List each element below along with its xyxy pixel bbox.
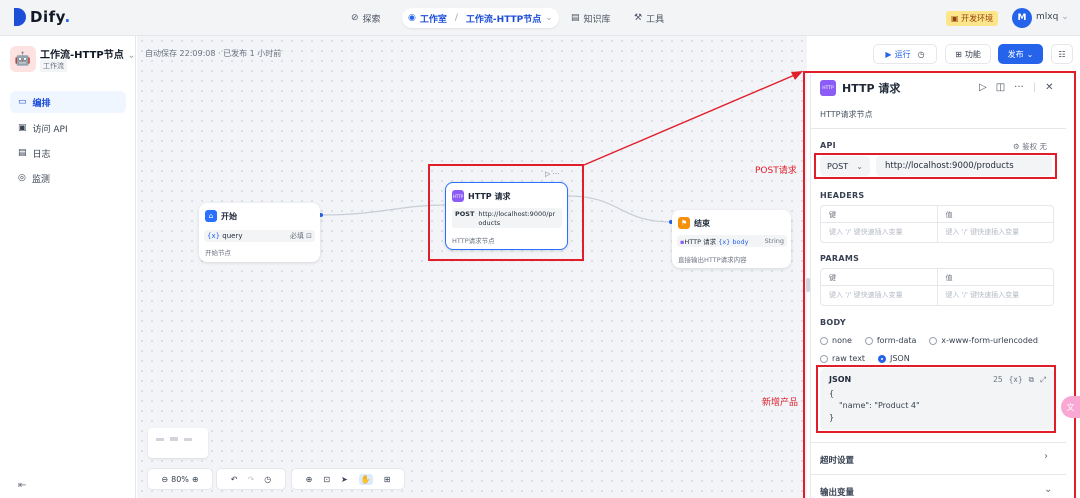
zoom-out-icon[interactable]: ⊖ [161,475,168,484]
minimap-node [156,438,164,441]
end-node-title: 结束 [694,218,710,228]
start-node-title: 开始 [221,211,237,221]
edge-start-http [320,204,446,216]
start-var-name: query [222,232,243,240]
annotation-box-panel [803,71,1076,498]
end-out-src: HTTP 请求 [684,238,717,246]
annotation-arrowhead [791,71,803,80]
end-node[interactable]: ⚑ 结束 ▪HTTP 请求 {x} body String 直接输出HTTP请求… [672,210,791,268]
annotation-arrow-line [583,73,798,166]
end-node-desc: 直接输出HTTP请求内容 [678,256,747,264]
zoom-in-icon[interactable]: ⊕ [192,475,199,484]
end-output-row: ▪HTTP 请求 {x} body String [677,235,787,247]
history-controls: ↶ ↷ ◷ [216,468,286,490]
translate-icon[interactable]: 文 [1061,396,1080,418]
organize-icon[interactable]: ⊞ [384,475,391,484]
undo-icon[interactable]: ↶ [231,475,238,484]
hand-icon[interactable]: ✋ [358,473,373,485]
minimap-node [170,437,178,441]
start-node-desc: 开始节点 [205,249,231,257]
add-note-icon[interactable]: ⊡ [323,475,330,484]
start-node-header: ⌂ 开始 [205,210,237,222]
zoom-level[interactable]: 80% [171,475,189,484]
variable-icon: {x} [207,232,221,240]
variable-icon: {x} [718,238,731,246]
flag-icon: ⚑ [678,217,690,229]
redo-icon[interactable]: ↷ [248,475,255,484]
canvas-tools: ⊕ ⊡ ➤ ✋ ⊞ [291,468,405,490]
start-node[interactable]: ⌂ 开始 {x} query 必填 ⊡ 开始节点 [199,203,320,262]
pointer-icon[interactable]: ➤ [341,475,348,484]
add-node-icon[interactable]: ⊕ [306,475,313,484]
minimap[interactable] [148,428,208,458]
end-out-type: String [764,237,784,245]
zoom-control: ⊖ 80% ⊕ [147,468,213,490]
minimap-node [184,438,192,441]
text-type-icon: ⊡ [306,232,312,240]
end-out-var: body [732,238,749,246]
annotation-post: POST请求 [755,166,797,176]
version-history-icon[interactable]: ◷ [264,475,271,484]
end-node-header: ⚑ 结束 [678,217,710,229]
start-var-row: {x} query 必填 ⊡ [204,230,315,242]
annotation-box-http-node [428,164,584,261]
home-icon: ⌂ [205,210,217,222]
annotation-new-product: 新增产品 [762,398,799,408]
start-var-required: 必填 [289,232,304,240]
